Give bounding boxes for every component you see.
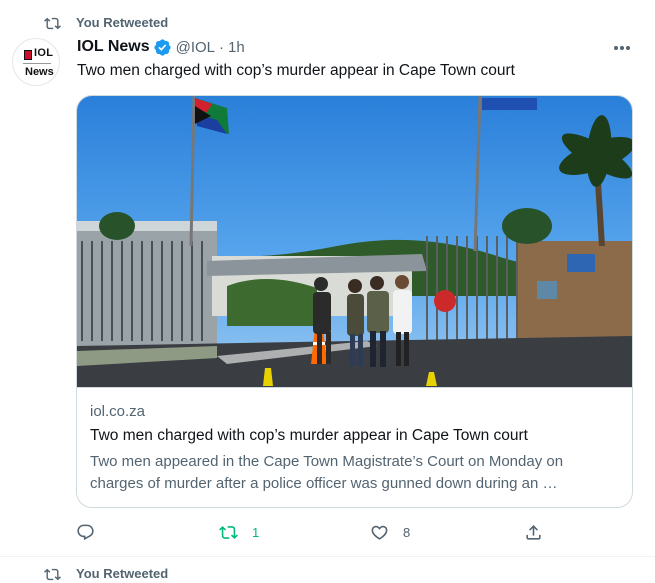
header-separator: · [219, 38, 225, 56]
author-handle[interactable]: @IOL [176, 39, 215, 56]
avatar-logo-rule [23, 63, 51, 64]
tweet-actions: 1 8 [76, 520, 556, 544]
avatar-logo-line2: News [25, 66, 54, 78]
logo-mark [24, 50, 32, 60]
tweet-article[interactable]: You Retweeted IOL News IOL News @IOL · 1… [0, 0, 655, 556]
share-upload-icon [524, 523, 543, 542]
card-description: Two men appeared in the Cape Town Magist… [90, 453, 564, 492]
retweet-action-icon [219, 523, 238, 542]
retweet-count: 1 [252, 524, 260, 540]
card-domain: iol.co.za [90, 403, 146, 420]
link-preview-card[interactable]: iol.co.za Two men charged with cop’s mur… [76, 95, 633, 508]
card-photo[interactable] [77, 96, 632, 387]
card-title: Two men charged with cop’s murder appear… [90, 427, 528, 444]
more-options-button[interactable] [610, 38, 634, 58]
card-divider [77, 387, 632, 388]
reply-button[interactable] [76, 520, 109, 544]
reply-bubble-icon [76, 523, 95, 542]
more-dots-icon [613, 46, 618, 50]
avatar[interactable]: IOL News [12, 38, 60, 86]
tweet-timestamp[interactable]: 1h [228, 39, 245, 56]
retweet-context-label: You Retweeted [76, 15, 169, 30]
verified-badge-icon[interactable] [153, 38, 172, 57]
like-count: 8 [403, 524, 411, 540]
retweet-button[interactable]: 1 [219, 520, 259, 544]
tweet-text: Two men charged with cop’s murder appear… [77, 62, 515, 79]
retweet-icon [44, 15, 61, 32]
next-tweet-retweet-context: You Retweeted [44, 565, 168, 583]
retweet-context-label: You Retweeted [76, 566, 169, 581]
tweet-header: IOL News @IOL · 1h [77, 37, 245, 57]
heart-icon [370, 523, 389, 542]
retweet-context: You Retweeted [44, 14, 168, 32]
author-display-name[interactable]: IOL News [77, 38, 150, 56]
tweet-separator [0, 556, 655, 557]
share-button[interactable] [524, 520, 543, 544]
retweet-icon [44, 566, 61, 583]
avatar-logo-line1: IOL [34, 47, 54, 59]
like-button[interactable]: 8 [370, 520, 410, 544]
